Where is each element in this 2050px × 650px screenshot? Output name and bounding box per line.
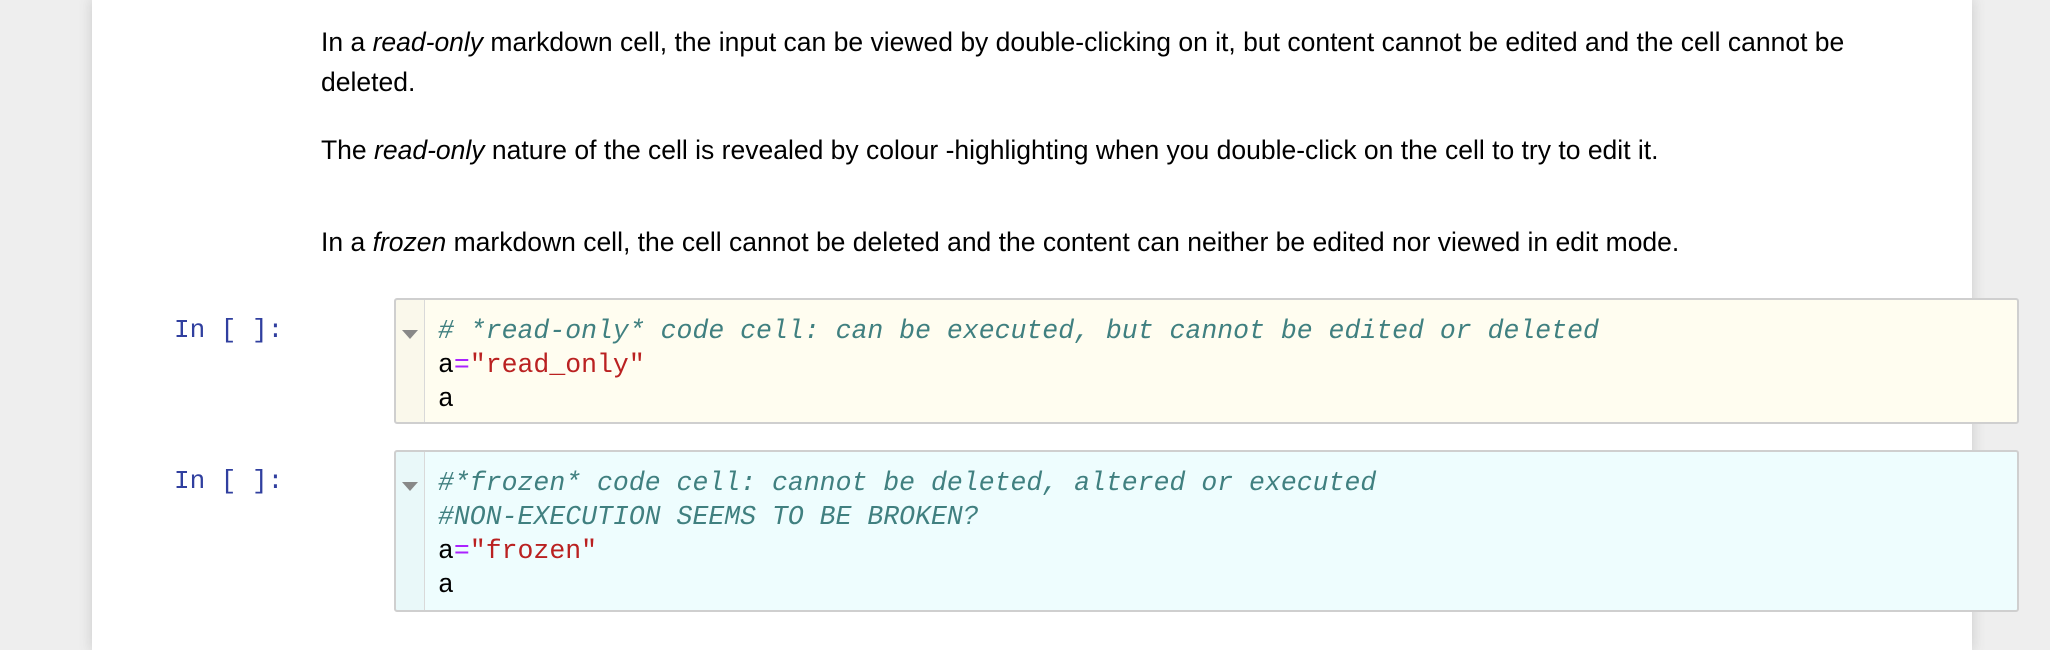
code-variable: a: [438, 536, 454, 566]
code-cell-readonly[interactable]: # *read-only* code cell: can be executed…: [394, 298, 2019, 424]
cell-collapser[interactable]: [396, 300, 425, 422]
markdown-cell-frozen[interactable]: In a frozen markdown cell, the cell cann…: [321, 222, 1921, 262]
code-input-readonly[interactable]: # *read-only* code cell: can be executed…: [438, 314, 2007, 416]
code-operator: =: [453, 350, 470, 380]
code-input-frozen[interactable]: #*frozen* code cell: cannot be deleted, …: [438, 466, 2007, 602]
collapse-triangle-icon[interactable]: [402, 330, 418, 339]
code-cell-frozen[interactable]: #*frozen* code cell: cannot be deleted, …: [394, 450, 2019, 612]
frozen-description: In a frozen markdown cell, the cell cann…: [321, 227, 1680, 257]
readonly-highlight-note: The read-only nature of the cell is reve…: [321, 135, 1659, 165]
code-expression: a: [438, 570, 454, 600]
input-prompt-readonly: In [ ]:: [174, 315, 284, 345]
collapse-triangle-icon[interactable]: [402, 482, 418, 491]
notebook-container: In a read-only markdown cell, the input …: [92, 0, 2019, 650]
readonly-description: In a read-only markdown cell, the input …: [321, 27, 1845, 97]
code-expression: a: [438, 384, 454, 414]
code-variable: a: [438, 350, 454, 380]
code-operator: =: [453, 536, 470, 566]
markdown-cell-readonly[interactable]: In a read-only markdown cell, the input …: [321, 22, 1921, 170]
code-comment: # *read-only* code cell: can be executed…: [438, 316, 1599, 346]
cell-collapser[interactable]: [396, 452, 425, 610]
code-comment: #NON-EXECUTION SEEMS TO BE BROKEN?: [438, 502, 979, 532]
code-comment: #*frozen* code cell: cannot be deleted, …: [438, 468, 1377, 498]
code-string: "read_only": [469, 350, 645, 380]
input-prompt-frozen: In [ ]:: [174, 466, 284, 496]
code-string: "frozen": [469, 536, 598, 566]
